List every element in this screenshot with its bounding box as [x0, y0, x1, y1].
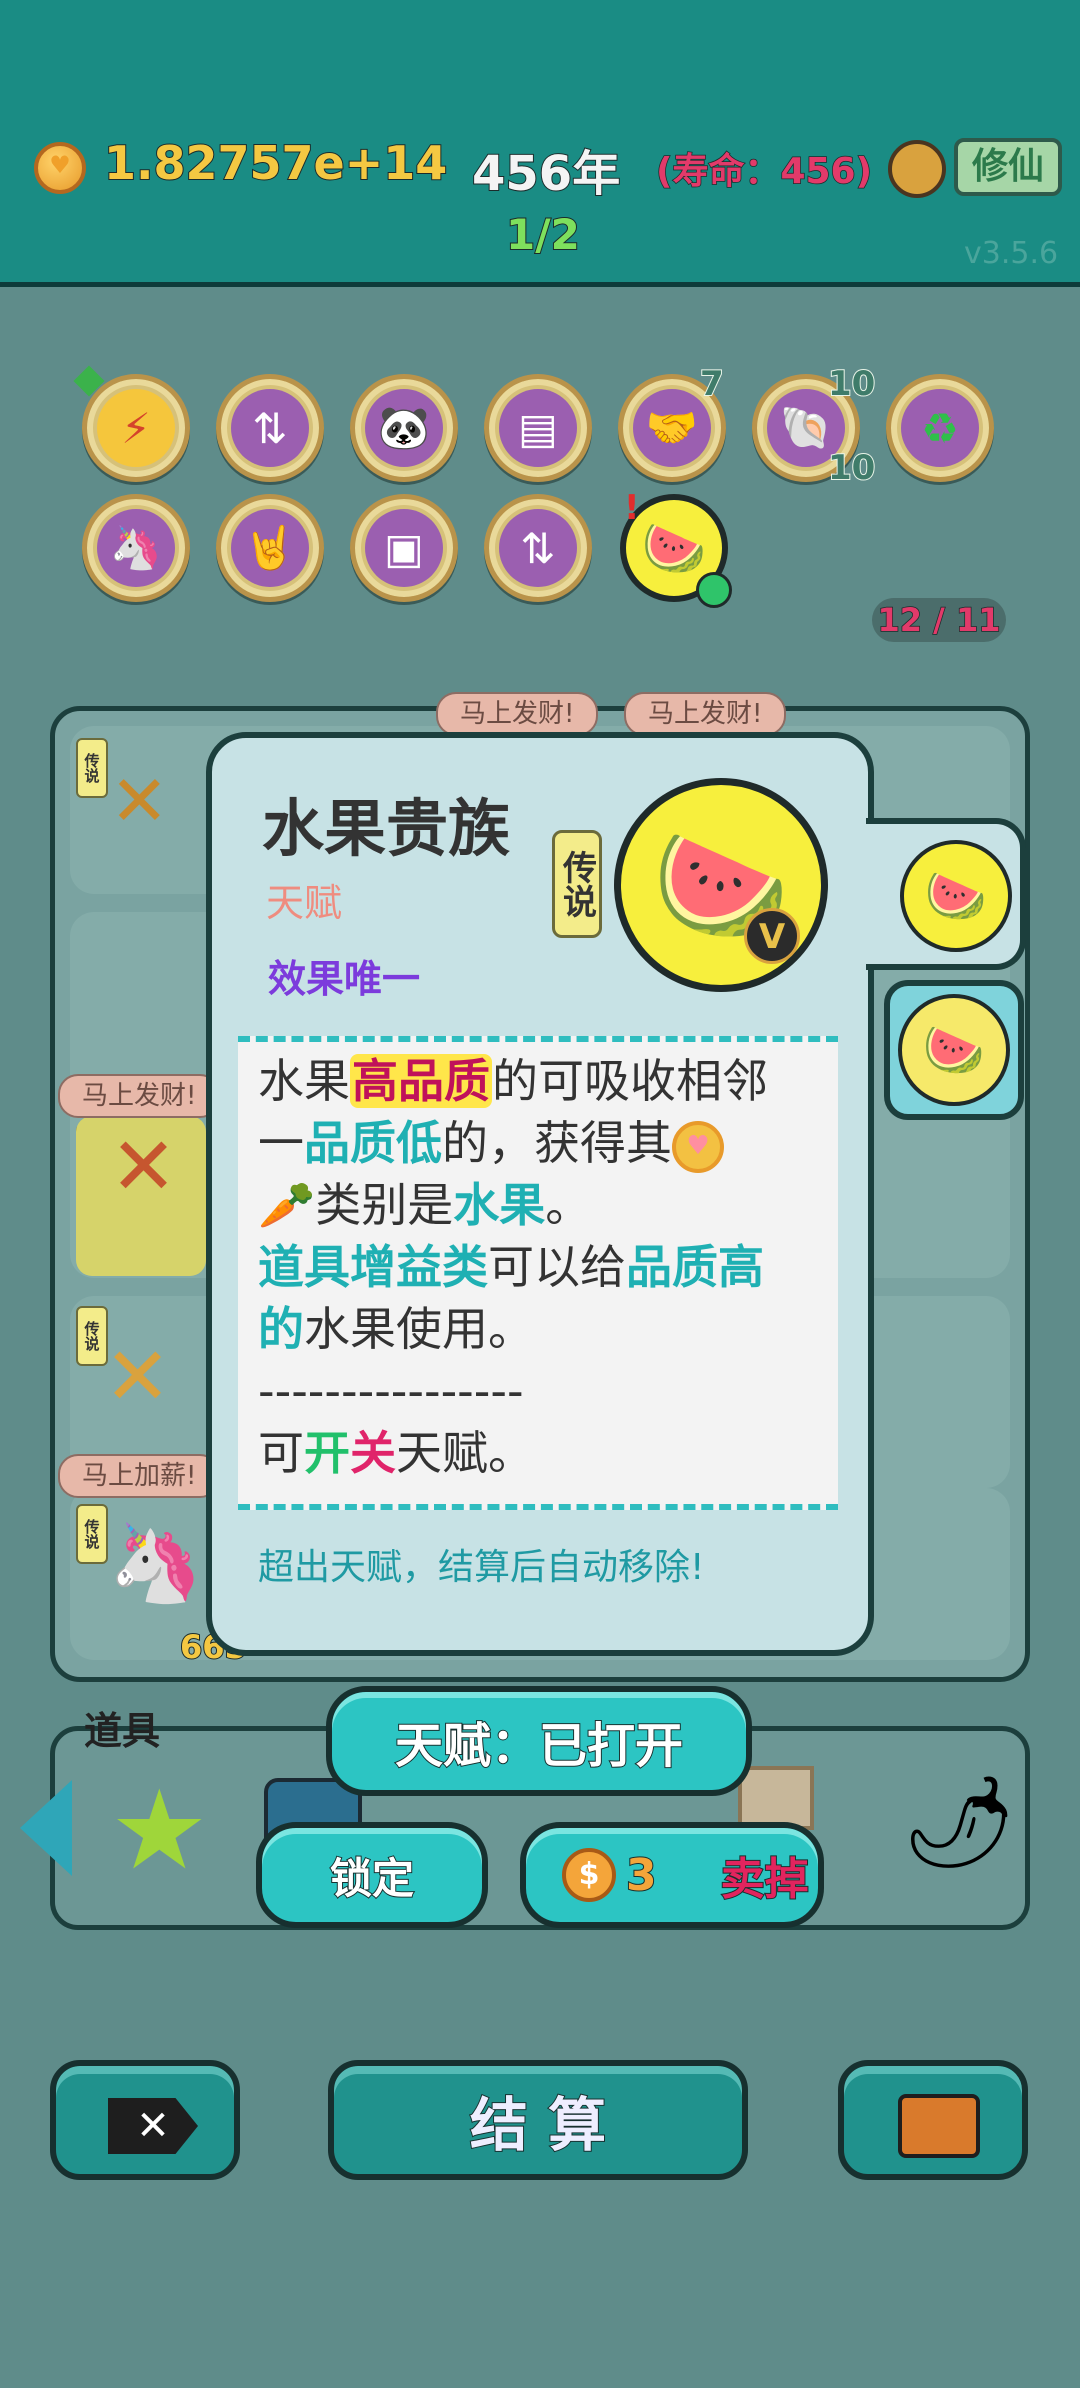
desc-text: 的可吸收相邻 — [492, 1054, 768, 1108]
recycle-icon: ♻ — [901, 389, 979, 467]
fruit-noble-thumb[interactable]: 🍉 — [900, 840, 1012, 952]
page-indicator: 1/2 — [505, 209, 581, 260]
delete-button[interactable]: ✕ — [50, 2060, 240, 2180]
sell-price: 3 — [625, 1849, 658, 1902]
heart-coin-icon: ♥ — [672, 1120, 724, 1173]
heart-coin-icon — [34, 142, 86, 194]
version-label: v3.5.6 — [964, 236, 1059, 271]
shell-badge-bottom: 10 — [827, 447, 876, 489]
backpack-button[interactable] — [838, 2060, 1028, 2180]
desc-text: 的，获得其 — [442, 1116, 672, 1170]
desc-highlight: 品质低 — [304, 1116, 442, 1170]
desc-highlight: 品质高 — [626, 1240, 764, 1294]
year-display: 456年 — [471, 145, 621, 203]
lightning-icon: ⚡ — [97, 389, 175, 467]
talent-skirt[interactable]: ▤ — [484, 374, 592, 482]
talent-description: 水果高品质的可吸收相邻 一品质低的，获得其 ♥ 🥕类别是水果。 道具增益类可以给品… — [238, 1036, 838, 1510]
talent-unicorn[interactable]: 🦄 — [82, 494, 190, 602]
star-icon[interactable]: ★ — [110, 1766, 209, 1894]
sell-label: 卖掉 — [720, 1853, 810, 1906]
panda-icon: 🐼 — [365, 389, 443, 467]
active-dot-icon — [696, 572, 732, 608]
items-label: 道具 — [84, 1709, 161, 1753]
desc-text: 类别是 — [315, 1178, 454, 1232]
shell-badge-top: 10 — [827, 363, 876, 405]
delete-icon: ✕ — [108, 2098, 198, 2154]
carrot-icon: 🥕 — [258, 1178, 316, 1232]
talent-lightning[interactable]: ⚡ — [82, 374, 190, 482]
talent-rock-hand[interactable]: 🤘 — [216, 494, 324, 602]
bonus-bubble: 马上加薪! — [58, 1454, 221, 1498]
rock-hand-icon: 🤘 — [231, 509, 309, 587]
panda-picture-icon[interactable] — [738, 1766, 814, 1830]
gold-ingot-icon: ✕ — [110, 760, 169, 842]
talent-bowls[interactable]: ⇅ — [216, 374, 324, 482]
desc-line-4: 道具增益类可以给品质高 — [258, 1236, 818, 1298]
talent-count: 12 / 11 — [872, 598, 1006, 642]
desc-line-6: 可开关天赋。 — [258, 1422, 818, 1484]
talent-time-magazine[interactable]: ▣ — [350, 494, 458, 602]
unicorn-icon: 🦄 — [108, 1518, 203, 1607]
rarity-tag: 传说 — [552, 830, 602, 938]
desc-text: 水果使用。 — [304, 1302, 534, 1356]
alert-icon: ! — [624, 488, 640, 528]
chili-pepper-icon[interactable]: 🌶 — [902, 1770, 1016, 1875]
desc-line-3: 🥕类别是水果。 — [258, 1174, 818, 1236]
legend-tag: 传说 — [76, 1504, 108, 1564]
lifespan-display: (寿命：456) — [655, 150, 873, 193]
desc-text: 水果 — [258, 1054, 350, 1108]
lock-button[interactable]: 锁定 — [256, 1822, 488, 1928]
v-badge-icon: V — [744, 908, 800, 964]
desc-highlight: 关 — [350, 1426, 396, 1480]
dollar-coin-icon: $ — [562, 1848, 616, 1902]
realm-icon — [888, 140, 946, 198]
desc-text: 天赋。 — [396, 1426, 534, 1480]
currency-amount: 1.82757e+14 — [103, 135, 448, 191]
rice-bowls-icon: ⇅ — [499, 509, 577, 587]
fruit-basket-icon: 🍉 — [641, 518, 707, 579]
desc-highlight: 道具增益类 — [258, 1240, 488, 1294]
fruit-basket-icon: 🍉 — [924, 866, 988, 925]
desc-highlight: 开 — [304, 1426, 350, 1480]
handshake-badge: 7 — [699, 363, 725, 405]
talent-name: 水果贵族 — [262, 792, 511, 865]
cross-icon: ✕ — [110, 1120, 178, 1213]
desc-highlight: 的 — [258, 1302, 304, 1356]
desc-text: 可以给 — [488, 1240, 626, 1294]
bonus-bubble: 马上发财! — [624, 692, 787, 736]
bowls-icon: ⇅ — [231, 389, 309, 467]
talent-panda[interactable]: 🐼 — [350, 374, 458, 482]
popup-footer-note: 超出天赋，结算后自动移除! — [258, 1547, 705, 1588]
desc-line-5: 的水果使用。 — [258, 1298, 818, 1360]
effect-unique: 效果唯一 — [268, 957, 421, 1001]
prev-arrow-icon[interactable] — [20, 1780, 72, 1876]
briefcase-icon — [898, 2094, 980, 2158]
sell-button[interactable]: $ 3 卖掉 — [520, 1822, 824, 1928]
desc-divider: ---------------- — [258, 1364, 524, 1418]
desc-text: 一 — [258, 1116, 304, 1170]
talent-icon-large: 🍉 — [614, 778, 828, 992]
desc-line-2: 一品质低的，获得其 ♥ — [258, 1112, 818, 1174]
desc-text: 。 — [545, 1178, 592, 1232]
desc-highlight: 水果 — [453, 1178, 546, 1232]
talent-type: 天赋 — [266, 881, 343, 925]
desc-text: 可 — [258, 1426, 304, 1480]
bonus-bubble: 马上发财! — [58, 1074, 221, 1118]
cultivation-button[interactable]: 修仙 — [954, 138, 1062, 196]
talent-recycle[interactable]: ♻ — [886, 374, 994, 482]
fruit-noble-selected: 🍉 — [898, 994, 1010, 1106]
fruit-basket-icon: 🍉 — [922, 1020, 986, 1079]
settle-button[interactable]: 结 算 — [328, 2060, 748, 2180]
cross-icon: ✕ — [104, 1330, 172, 1423]
talent-toggle-button[interactable]: 天赋：已打开 — [326, 1686, 752, 1796]
talent-rice-bowls[interactable]: ⇅ — [484, 494, 592, 602]
desc-highlight: 高品质 — [350, 1054, 492, 1108]
time-magazine-icon: ▣ — [365, 509, 443, 587]
bonus-bubble: 马上发财! — [436, 692, 599, 736]
skirt-icon: ▤ — [499, 389, 577, 467]
unicorn-icon: 🦄 — [97, 509, 175, 587]
legend-tag: 传说 — [76, 738, 108, 798]
desc-line-1: 水果高品质的可吸收相邻 — [258, 1050, 818, 1112]
